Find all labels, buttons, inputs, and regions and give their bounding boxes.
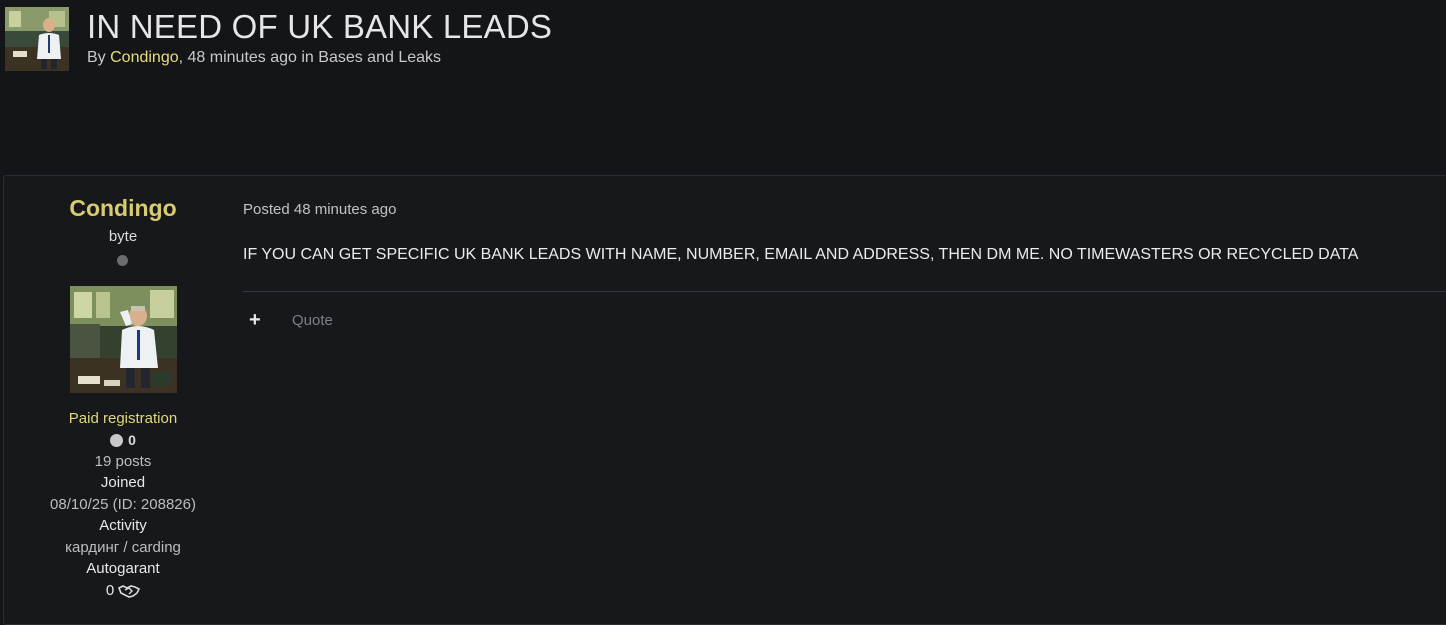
offline-status-dot-icon [117, 255, 128, 266]
topic-header-text: IN NEED OF UK BANK LEADS By Condingo, 48… [87, 7, 552, 67]
handshake-icon [118, 584, 141, 598]
author-avatar[interactable] [70, 286, 177, 393]
topic-author-link[interactable]: Condingo [110, 49, 179, 66]
by-prefix: By [87, 49, 111, 66]
topic-header: IN NEED OF UK BANK LEADS By Condingo, 48… [5, 7, 552, 71]
reputation-dot-icon [110, 433, 124, 447]
activity-value: кардинг / carding [65, 539, 181, 556]
topic-meta: By Condingo, 48 minutes ago in Bases and… [87, 49, 552, 67]
forum-link[interactable]: Bases and Leaks [318, 49, 441, 66]
post-divider [243, 291, 1446, 292]
post-container: Condingo byte Paid registration 0 19 pos… [3, 175, 1446, 625]
joined-value: 08/10/25 (ID: 208826) [50, 496, 196, 513]
author-rank: byte [108, 228, 138, 245]
post-count: 19 posts [94, 453, 152, 470]
member-group: Paid registration [68, 410, 178, 427]
activity-label: Activity [99, 517, 147, 534]
joined-label: Joined [100, 474, 146, 491]
post-body: IF YOU CAN GET SPECIFIC UK BANK LEADS WI… [243, 246, 1359, 263]
deals-count: 0 [105, 582, 115, 599]
deals: 0 [4, 582, 242, 599]
topic-meta-time: , 48 minutes ago in [178, 49, 319, 66]
reputation: 0 [4, 432, 242, 448]
topic-title: IN NEED OF UK BANK LEADS [87, 8, 553, 45]
topic-author-avatar[interactable] [5, 7, 69, 71]
autogarant-label: Autogarant [86, 560, 160, 577]
multiquote-plus-button[interactable]: + [249, 310, 263, 330]
reputation-value: 0 [128, 432, 136, 448]
quote-button[interactable]: Quote [292, 312, 333, 329]
post-date[interactable]: Posted 48 minutes ago [243, 201, 396, 218]
post-author-name[interactable]: Condingo [4, 195, 242, 222]
